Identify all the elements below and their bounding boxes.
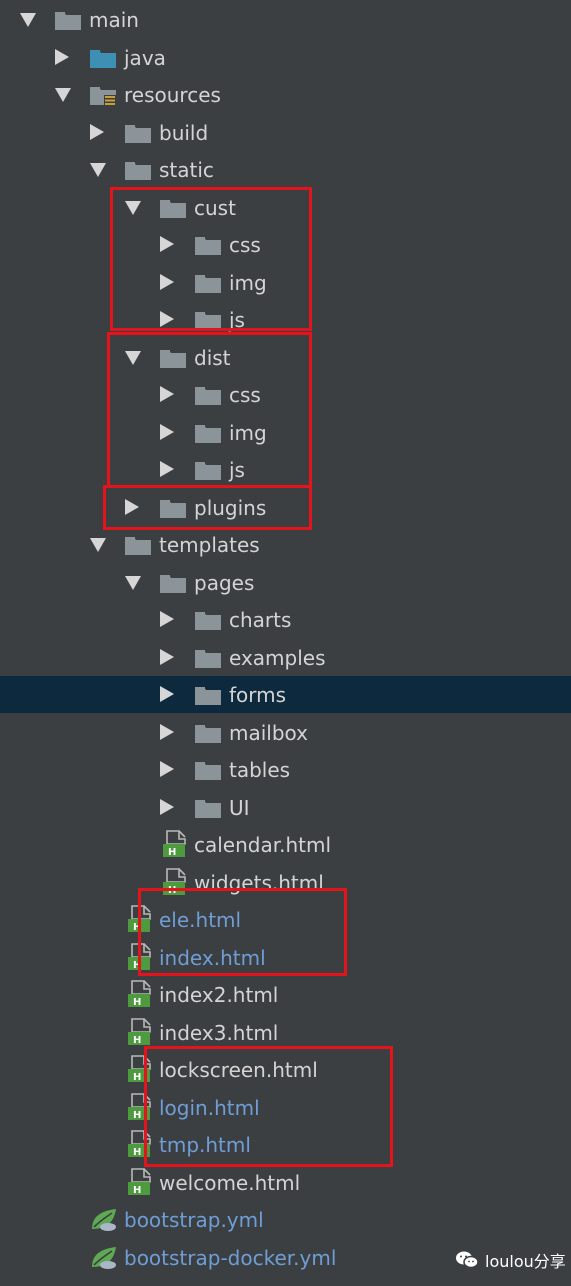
tree-item-welcome-html[interactable]: Hwelcome.html xyxy=(0,1164,571,1201)
chevron-right-icon[interactable] xyxy=(160,686,174,702)
spring-yml-icon xyxy=(90,1245,118,1269)
svg-text:H: H xyxy=(133,1147,141,1158)
svg-text:H: H xyxy=(133,1185,141,1196)
folder-icon xyxy=(159,572,187,594)
watermark: loulou分享 xyxy=(455,1245,566,1275)
tree-item-label: bootstrap.yml xyxy=(124,1208,264,1232)
svg-text:H: H xyxy=(133,1035,141,1046)
spring-yml-icon xyxy=(90,1207,118,1231)
tree-item-label: tables xyxy=(229,758,291,782)
tree-item-index3-html[interactable]: Hindex3.html xyxy=(0,1014,571,1051)
chevron-right-icon[interactable] xyxy=(160,611,174,627)
folder-icon xyxy=(124,159,152,181)
svg-text:H: H xyxy=(133,1110,141,1121)
tree-item-label: forms xyxy=(229,683,287,707)
tree-item-bootstrap-yml[interactable]: bootstrap.yml xyxy=(0,1201,571,1238)
folder-icon xyxy=(194,684,222,706)
chevron-right-icon[interactable] xyxy=(160,798,174,815)
svg-text:H: H xyxy=(133,997,141,1008)
tree-item-label: index2.html xyxy=(159,983,279,1007)
html-file-icon: H xyxy=(161,867,189,896)
highlight-box-dist xyxy=(107,332,312,488)
tree-item-static[interactable]: static xyxy=(0,151,571,188)
tree-item-pages[interactable]: pages xyxy=(0,564,571,601)
folder-icon xyxy=(194,647,222,669)
tree-item-label: calendar.html xyxy=(194,833,332,857)
highlight-box-ele-index xyxy=(138,888,347,976)
chevron-down-icon[interactable] xyxy=(55,88,71,102)
highlight-box-plugins xyxy=(103,485,312,530)
highlight-box-cust xyxy=(110,187,312,331)
tree-item-mailbox[interactable]: mailbox xyxy=(0,714,571,751)
tree-item-ui[interactable]: UI xyxy=(0,789,571,826)
chevron-down-icon[interactable] xyxy=(20,13,36,27)
folder-icon xyxy=(194,797,222,819)
watermark-text: loulou分享 xyxy=(485,1252,566,1271)
tree-item-main[interactable]: main xyxy=(0,1,571,38)
html-file-icon: H xyxy=(126,980,154,1008)
tree-item-label: main xyxy=(89,8,139,32)
tree-item-examples[interactable]: examples xyxy=(0,639,571,676)
svg-text:H: H xyxy=(133,1072,141,1083)
chevron-right-icon[interactable] xyxy=(55,48,69,65)
wechat-icon xyxy=(455,1250,479,1270)
highlight-box-lockscreen-tmp xyxy=(144,1046,393,1167)
chevron-down-icon[interactable] xyxy=(125,575,141,590)
tree-item-label: examples xyxy=(229,645,326,670)
tree-item-templates[interactable]: templates xyxy=(0,526,571,563)
tree-item-label: static xyxy=(159,158,214,182)
folder-icon xyxy=(124,122,152,144)
tree-item-label: templates xyxy=(159,533,260,557)
folder-icon xyxy=(194,759,222,781)
tree-item-label: java xyxy=(124,45,166,70)
chevron-down-icon[interactable] xyxy=(90,538,106,552)
chevron-right-icon[interactable] xyxy=(160,648,174,665)
folder-icon xyxy=(124,534,152,556)
tree-item-java[interactable]: java xyxy=(0,39,571,76)
tree-item-calendar-html[interactable]: Hcalendar.html xyxy=(0,826,571,863)
resources-folder-icon xyxy=(89,84,117,106)
tree-item-forms[interactable]: forms xyxy=(0,676,571,713)
tree-item-charts[interactable]: charts xyxy=(0,601,571,638)
source-folder-icon xyxy=(89,47,117,69)
tree-item-label: build xyxy=(159,120,209,145)
html-file-icon: H xyxy=(126,1017,154,1046)
folder-icon xyxy=(194,722,222,744)
tree-item-label: pages xyxy=(194,570,255,595)
tree-item-tables[interactable]: tables xyxy=(0,751,571,788)
chevron-right-icon[interactable] xyxy=(160,723,174,740)
html-file-icon: H xyxy=(126,1167,154,1196)
tree-item-label: mailbox xyxy=(229,720,309,745)
tree-item-label: index3.html xyxy=(159,1020,279,1045)
tree-item-index2-html[interactable]: Hindex2.html xyxy=(0,976,571,1013)
folder-icon xyxy=(54,9,82,31)
tree-item-label: welcome.html xyxy=(159,1170,301,1195)
tree-item-label: bootstrap-docker.yml xyxy=(124,1245,337,1270)
tree-item-build[interactable]: build xyxy=(0,114,571,151)
chevron-right-icon[interactable] xyxy=(90,123,104,140)
tree-item-label: UI xyxy=(229,795,250,820)
svg-text:H: H xyxy=(168,847,176,858)
chevron-down-icon[interactable] xyxy=(90,163,106,177)
chevron-right-icon[interactable] xyxy=(160,761,174,777)
tree-item-label: charts xyxy=(229,608,292,632)
tree-item-label: resources xyxy=(124,83,221,107)
tree-item-resources[interactable]: resources xyxy=(0,76,571,113)
html-file-icon: H xyxy=(161,830,189,858)
folder-icon xyxy=(194,609,222,631)
